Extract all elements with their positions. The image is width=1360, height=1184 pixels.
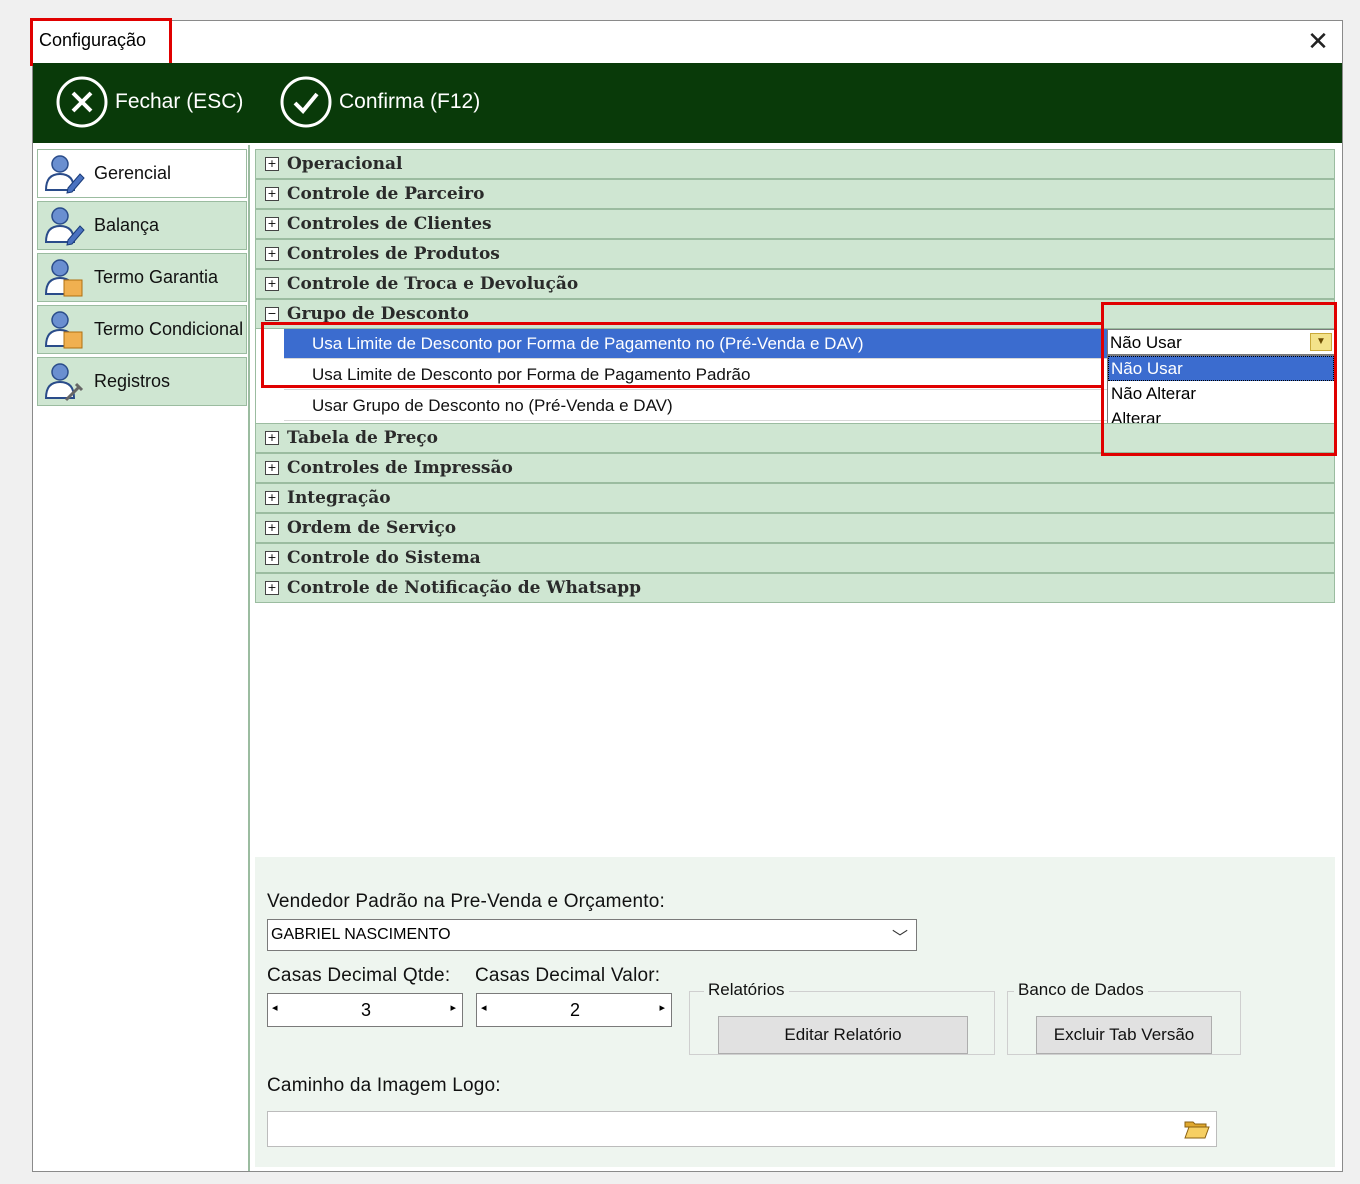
sidebar-item-label: Gerencial [94, 163, 172, 183]
category-ordem-servico[interactable]: + Ordem de Serviço [255, 513, 1335, 543]
sidebar-item-balanca[interactable]: Balança [37, 201, 247, 250]
category-grupo-desconto[interactable]: − Grupo de Desconto [255, 299, 1335, 329]
dropdown-option[interactable]: Não Alterar [1108, 381, 1334, 406]
vendedor-label: Vendedor Padrão na Pre-Venda e Orçamento… [267, 891, 665, 912]
sidebar-divider [248, 145, 250, 1171]
casas-qtde-label: Casas Decimal Qtde: [267, 965, 451, 986]
category-controle-parceiro[interactable]: + Controle de Parceiro [255, 179, 1335, 209]
increment-icon[interactable]: ▸ [659, 1001, 665, 1014]
expand-icon[interactable]: + [265, 521, 279, 535]
casas-valor-spinner[interactable]: ◂ 2 ▸ [476, 993, 672, 1027]
increment-icon[interactable]: ▸ [450, 1001, 456, 1014]
category-label: Integração [287, 488, 391, 508]
close-button-label: Fechar (ESC) [115, 90, 244, 113]
category-integracao[interactable]: + Integração [255, 483, 1335, 513]
general-settings-panel: Vendedor Padrão na Pre-Venda e Orçamento… [255, 857, 1335, 1167]
settings-tree: + Operacional + Controle de Parceiro + Cont… [255, 149, 1335, 603]
setting-label: Usa Limite de Desconto por Forma de Paga… [312, 364, 751, 384]
user-document-icon [44, 258, 83, 296]
logo-path-label: Caminho da Imagem Logo: [267, 1075, 501, 1096]
category-impressao[interactable]: + Controles de Impressão [255, 453, 1335, 483]
title-bar: Configuração ✕ [30, 18, 1342, 66]
user-edit-icon [44, 154, 85, 194]
relatorios-group-title: Relatórios [704, 980, 789, 1000]
expand-icon[interactable]: + [265, 187, 279, 201]
banco-dados-group-title: Banco de Dados [1014, 980, 1148, 1000]
expand-icon[interactable]: + [265, 157, 279, 171]
close-window-icon[interactable]: ✕ [1304, 27, 1332, 55]
excluir-tab-versao-button[interactable]: Excluir Tab Versão [1036, 1016, 1212, 1054]
category-label: Controle de Notificação de Whatsapp [287, 578, 642, 598]
category-label: Controles de Clientes [287, 214, 492, 234]
sidebar-item-label: Termo Condicional [94, 319, 244, 339]
category-label: Controle de Parceiro [287, 184, 485, 204]
category-label: Grupo de Desconto [287, 304, 469, 324]
expand-icon[interactable]: + [265, 491, 279, 505]
title-highlight-box [30, 18, 172, 66]
chevron-down-icon[interactable]: ﹀ [892, 924, 908, 948]
spinner-value: 3 [360, 1000, 371, 1020]
expand-icon[interactable]: + [265, 581, 279, 595]
setting-value-combo[interactable]: Não Usar ▼ [1107, 329, 1335, 355]
sidebar-item-label: Balança [94, 215, 160, 235]
check-circle-icon [280, 76, 332, 128]
expand-icon[interactable]: + [265, 217, 279, 231]
confirm-button-label: Confirma (F12) [339, 90, 481, 113]
casas-qtde-spinner[interactable]: ◂ 3 ▸ [267, 993, 463, 1027]
setting-label: Usar Grupo de Desconto no (Pré-Venda e D… [312, 395, 673, 415]
sidebar-item-termo-garantia[interactable]: Termo Garantia [37, 253, 247, 302]
category-controles-clientes[interactable]: + Controles de Clientes [255, 209, 1335, 239]
sidebar-item-termo-condicional[interactable]: Termo Condicional [37, 305, 247, 354]
sidebar-item-label: Termo Garantia [94, 267, 219, 287]
collapse-icon[interactable]: − [265, 307, 279, 321]
sidebar-item-gerencial[interactable]: Gerencial [37, 149, 247, 198]
setting-label: Usa Limite de Desconto por Forma de Paga… [312, 333, 864, 353]
close-button[interactable]: Fechar (ESC) [55, 75, 243, 129]
category-label: Tabela de Preço [287, 428, 438, 448]
toolbar: Fechar (ESC) Confirma (F12) [33, 63, 1342, 143]
expand-icon[interactable]: + [265, 431, 279, 445]
confirm-button[interactable]: Confirma (F12) [279, 75, 480, 129]
category-troca-devolucao[interactable]: + Controle de Troca e Devolução [255, 269, 1335, 299]
logo-path-input[interactable] [267, 1111, 1217, 1147]
vendedor-select[interactable]: GABRIEL NASCIMENTO ﹀ [267, 919, 917, 951]
sidebar-item-label: Registros [94, 371, 171, 391]
banco-dados-group: Banco de Dados Excluir Tab Versão [1007, 980, 1241, 1055]
expand-icon[interactable]: + [265, 461, 279, 475]
category-label: Operacional [287, 154, 403, 174]
category-controles-produtos[interactable]: + Controles de Produtos [255, 239, 1335, 269]
sidebar-item-registros[interactable]: Registros [37, 357, 247, 406]
relatorios-group: Relatórios Editar Relatório [689, 980, 995, 1055]
expand-icon[interactable]: + [265, 551, 279, 565]
category-notificacao-whatsapp[interactable]: + Controle de Notificação de Whatsapp [255, 573, 1335, 603]
category-label: Controle de Troca e Devolução [287, 274, 579, 294]
category-operacional[interactable]: + Operacional [255, 149, 1335, 179]
folder-open-icon[interactable] [1184, 1118, 1210, 1140]
expand-icon[interactable]: + [265, 277, 279, 291]
category-label: Controles de Impressão [287, 458, 513, 478]
category-label: Controles de Produtos [287, 244, 500, 264]
sidebar: Gerencial Balança Termo Garantia Termo C… [35, 145, 248, 1169]
chevron-down-icon[interactable]: ▼ [1310, 333, 1332, 351]
cancel-circle-icon [56, 76, 108, 128]
vendedor-value: GABRIEL NASCIMENTO [271, 926, 451, 943]
dropdown-option[interactable]: Não Usar [1108, 356, 1334, 381]
category-label: Ordem de Serviço [287, 518, 457, 538]
dropdown-list: Não Usar Não Alterar Alterar [1107, 355, 1335, 431]
combo-value: Não Usar [1110, 333, 1182, 352]
expand-icon[interactable]: + [265, 247, 279, 261]
category-label: Controle do Sistema [287, 548, 481, 568]
editar-relatorio-button[interactable]: Editar Relatório [718, 1016, 968, 1054]
spinner-value: 2 [569, 1000, 580, 1020]
user-tools-icon [44, 362, 84, 401]
category-controle-sistema[interactable]: + Controle do Sistema [255, 543, 1335, 573]
category-tabela-preco[interactable]: + Tabela de Preço [255, 423, 1335, 453]
casas-valor-label: Casas Decimal Valor: [475, 965, 661, 986]
user-document-icon [44, 310, 83, 348]
user-edit-icon [44, 206, 85, 246]
config-window: Configuração ✕ Fechar (ESC) Confirma (F1… [30, 18, 1343, 1172]
